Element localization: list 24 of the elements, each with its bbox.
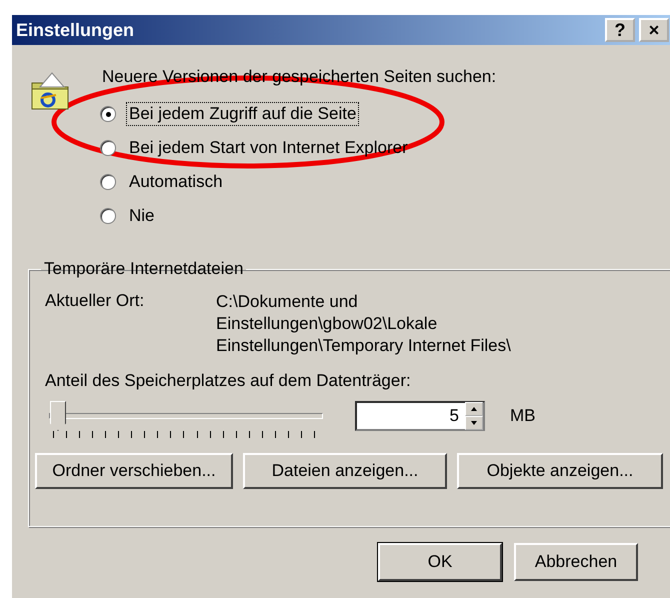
radio-button[interactable] (100, 174, 116, 190)
location-path: C:\Dokumente und (216, 291, 359, 313)
group-title: Temporäre Internetdateien (43, 259, 244, 279)
radio-button[interactable] (100, 106, 116, 122)
ok-button[interactable]: OK (378, 543, 502, 581)
size-field[interactable]: 5 (355, 401, 485, 431)
radio-label[interactable]: Nie (126, 204, 158, 228)
help-button[interactable]: ? (605, 18, 635, 42)
radio-button[interactable] (100, 140, 116, 156)
dialog-button[interactable]: Objekte anzeigen... (457, 453, 663, 489)
window-title: Einstellungen (16, 20, 134, 40)
radio-button[interactable] (100, 208, 116, 224)
location-path: Einstellungen\Temporary Internet Files\ (216, 335, 511, 357)
radio-label[interactable]: Bei jedem Zugriff auf die Seite (126, 102, 360, 126)
location-label: Aktueller Ort: (45, 291, 146, 312)
close-button[interactable]: × (639, 18, 669, 42)
dialog-button[interactable]: Dateien anzeigen... (243, 453, 447, 489)
cancel-button[interactable]: Abbrechen (514, 543, 638, 581)
unit-label: MB (510, 406, 536, 426)
radio-label[interactable]: Automatisch (126, 170, 226, 194)
location-path: Einstellungen\gbow02\Lokale (216, 313, 438, 335)
dialog-button[interactable]: Ordner verschieben... (35, 453, 233, 489)
space-label: Anteil des Speicherplatzes auf dem Datenträger: (45, 371, 412, 391)
slider-thumb[interactable] (50, 401, 66, 431)
